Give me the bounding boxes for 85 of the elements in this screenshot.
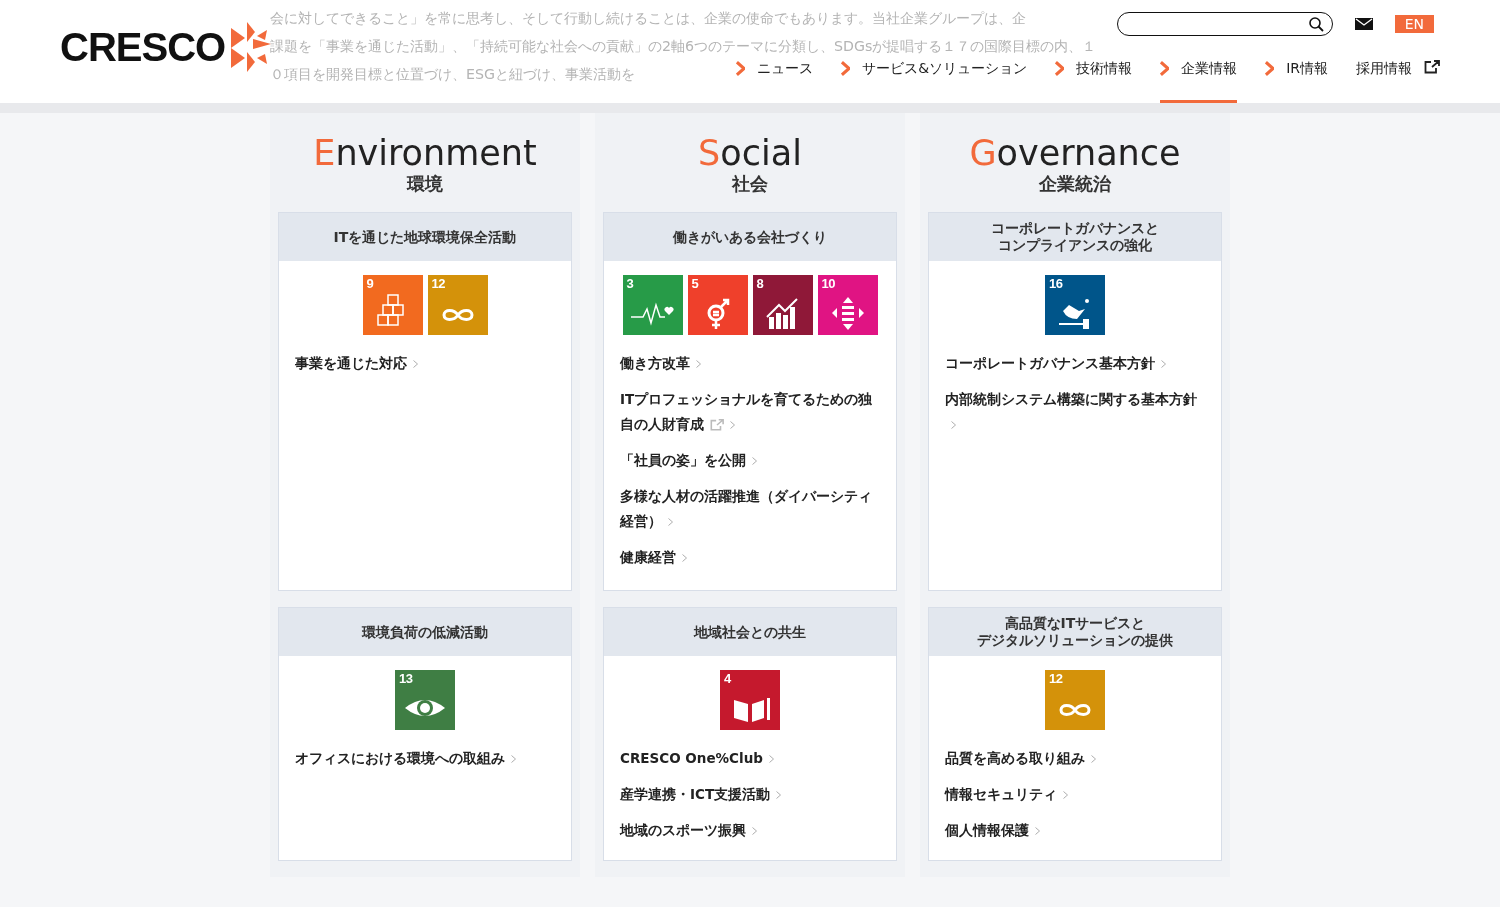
chevron-icon	[841, 60, 851, 77]
goal-number: 4	[724, 671, 731, 686]
chevron-icon	[1161, 360, 1166, 368]
goal-number: 5	[691, 276, 699, 291]
chevron-icon	[1091, 755, 1096, 763]
chevron-icon	[413, 360, 418, 368]
goal-number: 12	[1049, 671, 1063, 686]
pillar-subheading: 環境	[405, 173, 444, 195]
topic-link[interactable]: 品質を高める取り組み	[945, 746, 1205, 771]
pillar-subheading: 企業統治	[1038, 173, 1112, 195]
dove-icon	[1059, 299, 1089, 329]
goal-number: 8	[756, 276, 764, 291]
equality-arrows-icon	[831, 297, 864, 330]
goal-number: 9	[366, 276, 374, 291]
pillar-heading: Environment	[312, 133, 538, 173]
heartbeat-icon	[629, 302, 673, 326]
card-title: デジタルソリューションの提供	[977, 632, 1173, 649]
gender-symbol-icon	[707, 298, 729, 331]
topic-link[interactable]: コーポレートガバナンス基本方針	[945, 351, 1205, 376]
card-title: 高品質なITサービスと	[1004, 615, 1146, 632]
nav-link[interactable]: サービス&ソリューション	[841, 58, 1028, 103]
topic-link[interactable]: 情報セキュリティ	[945, 782, 1205, 807]
chevron-icon	[730, 421, 735, 429]
card-title: ITを通じた地球環境保全活動	[333, 228, 517, 246]
topic-link[interactable]: 働き方改革	[620, 351, 880, 376]
infinity-icon	[1059, 704, 1091, 716]
bar-chart-icon	[765, 298, 798, 329]
goal-number: 12	[431, 276, 445, 291]
external-link-icon	[710, 418, 724, 432]
external-link-icon[interactable]	[1424, 60, 1440, 74]
search-field[interactable]	[1116, 12, 1333, 36]
topic-link[interactable]: 「社員の姿」を公開	[620, 448, 880, 473]
search-icon[interactable]	[1308, 16, 1324, 32]
background-text: ０項目を開発目標と位置づけ、ESGと紐づけ、事業活動を	[270, 65, 635, 84]
chevron-icon	[768, 755, 774, 763]
infinity-icon	[442, 309, 473, 321]
logo-text[interactable]: CRESCO	[60, 24, 226, 70]
topic-link[interactable]: CRESCO One%Club	[620, 746, 880, 771]
nav-link[interactable]: 技術情報	[1055, 58, 1133, 103]
card-title: コーポレートガバナンスと	[991, 220, 1159, 237]
goal-number: 3	[626, 276, 634, 291]
chevron-icon	[696, 360, 701, 368]
goal-number: 10	[821, 276, 835, 291]
nav-link[interactable]: 企業情報	[1160, 58, 1238, 103]
chevron-icon	[752, 457, 757, 465]
chevron-icon	[752, 827, 757, 835]
chevron-icon	[668, 518, 673, 526]
topic-link[interactable]: 健康経営	[620, 545, 880, 570]
topic-link[interactable]: 産学連携・ICT支援活動	[620, 782, 880, 807]
nav-link[interactable]: 採用情報	[1356, 58, 1440, 103]
chevron-icon	[736, 60, 746, 77]
goal-number: 16	[1049, 276, 1063, 291]
topic-link[interactable]: ITプロフェッショナルを育てるための独自の人財育成	[620, 387, 880, 437]
card-title: 環境負荷の低減活動	[362, 623, 488, 641]
chevron-icon	[682, 554, 687, 562]
goal-number: 13	[399, 671, 413, 686]
topic-link[interactable]: 地域のスポーツ振興	[620, 818, 880, 843]
book-icon	[734, 698, 770, 722]
cubes-icon	[376, 294, 404, 326]
topic-link[interactable]: 多様な人材の活躍推進（ダイバーシティ経営）	[620, 484, 880, 534]
topic-link[interactable]: 内部統制システム構築に関する基本方針	[945, 387, 1205, 437]
pillar-heading: Governance	[968, 133, 1182, 173]
chevron-icon	[1055, 60, 1065, 77]
logo-mark-icon	[231, 22, 272, 72]
chevron-icon	[1063, 791, 1068, 799]
nav-link[interactable]: ニュース	[736, 58, 814, 103]
chevron-icon	[1160, 60, 1170, 77]
card-title: 働きがいある会社づくり	[673, 228, 827, 246]
chevron-icon	[511, 755, 516, 763]
card-title: 地域社会との共生	[694, 623, 806, 641]
background-text: 会に対してできること」を常に思考し、そして行動し続けることは、企業の使命でもあります。当社企業グループは、企	[270, 9, 1026, 28]
card-title: コンプライアンスの強化	[998, 237, 1152, 254]
chevron-icon	[951, 421, 956, 429]
topic-link[interactable]: 個人情報保護	[945, 818, 1205, 843]
chevron-icon	[1265, 60, 1275, 77]
topic-link[interactable]: 事業を通じた対応	[295, 351, 555, 376]
mail-icon[interactable]	[1354, 18, 1373, 30]
chevron-icon	[1035, 827, 1040, 835]
eye-icon	[405, 700, 445, 716]
nav-link[interactable]: IR情報	[1265, 58, 1328, 103]
chevron-icon	[776, 791, 782, 799]
pillar-heading: Social	[697, 133, 803, 173]
pillar-subheading: 社会	[730, 173, 769, 195]
topic-link[interactable]: オフィスにおける環境への取組み	[295, 746, 555, 771]
background-text: 課題を「事業を通じた活動」、「持続可能な社会への貢献」の2軸6つのテーマに分類し、SDGsが提唱する１７の国際目標の内、１	[270, 37, 1097, 56]
